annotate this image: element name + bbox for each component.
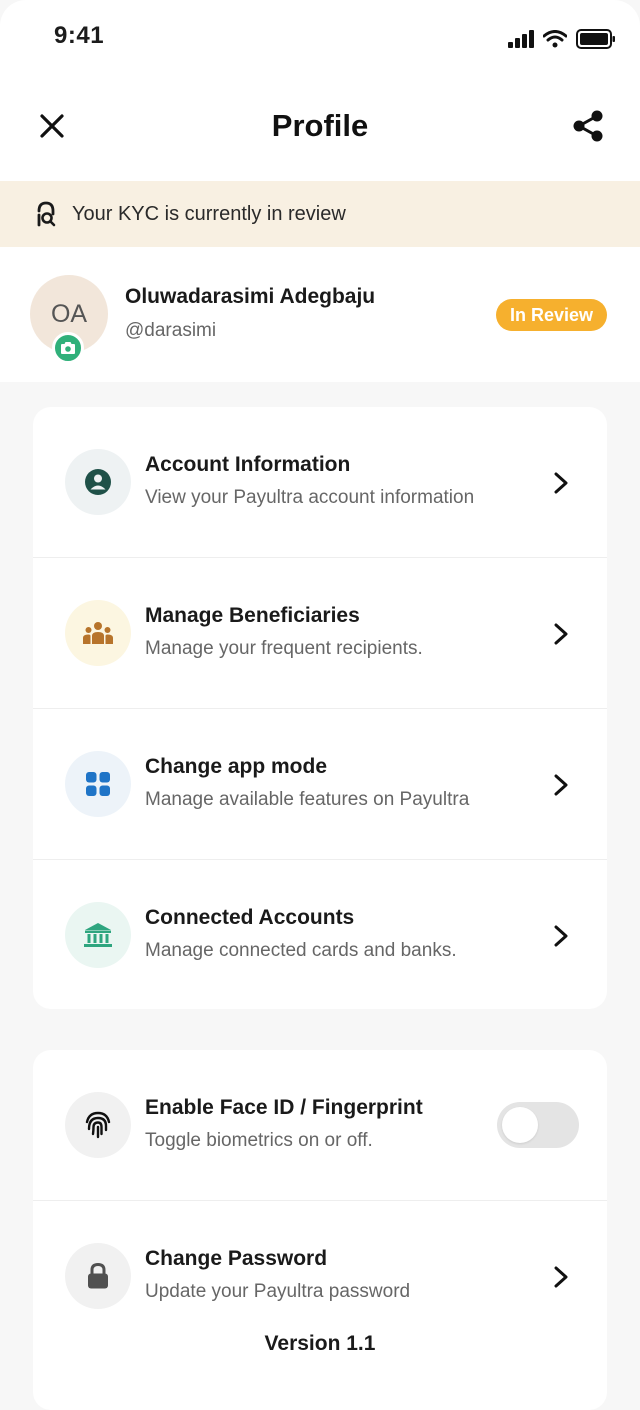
toggle-knob <box>502 1107 538 1143</box>
grid-icon <box>65 751 131 817</box>
share-button[interactable] <box>568 106 608 146</box>
change-photo-button[interactable] <box>52 332 84 364</box>
chevron-right-icon <box>551 1266 571 1288</box>
menu-item-subtitle: Manage your frequent recipients. <box>145 638 423 659</box>
status-icons <box>508 28 616 50</box>
kyc-review-icon <box>34 200 58 228</box>
menu-item-title: Change Password <box>145 1247 328 1270</box>
user-circle-icon <box>65 449 131 515</box>
app-version: Version 1.1 <box>264 1332 376 1355</box>
fingerprint-icon <box>65 1092 131 1158</box>
security-card: Enable Face ID / Fingerprint Toggle biom… <box>33 1050 607 1410</box>
menu-item-title: Enable Face ID / Fingerprint <box>145 1096 423 1119</box>
menu-item-subtitle: Toggle biometrics on or off. <box>145 1130 373 1151</box>
settings-card: Account Information View your Payultra a… <box>33 407 607 1009</box>
bank-icon <box>65 902 131 968</box>
menu-item-title: Connected Accounts <box>145 906 355 929</box>
battery-icon <box>576 29 615 49</box>
chevron-right-icon <box>551 774 571 796</box>
lock-icon <box>65 1243 131 1309</box>
camera-icon <box>61 342 75 354</box>
profile-header: OA Oluwadarasimi Adegbaju @darasimi In R… <box>0 247 640 382</box>
profile-handle: @darasimi <box>125 320 217 341</box>
group-icon <box>65 600 131 666</box>
share-icon <box>573 110 603 142</box>
menu-item-biometrics[interactable]: Enable Face ID / Fingerprint Toggle biom… <box>33 1050 607 1201</box>
menu-item-subtitle: Manage available features on Payultra <box>145 789 470 810</box>
menu-item-subtitle: View your Payultra account information <box>145 487 475 508</box>
status-bar: 9:41 <box>0 0 640 76</box>
chevron-right-icon <box>551 623 571 645</box>
menu-item-connected-accounts[interactable]: Connected Accounts Manage connected card… <box>33 860 607 1009</box>
status-badge: In Review <box>495 299 607 331</box>
kyc-banner[interactable]: Your KYC is currently in review <box>0 181 640 247</box>
top-nav: Profile <box>0 86 640 170</box>
menu-item-change-app-mode[interactable]: Change app mode Manage available feature… <box>33 709 607 860</box>
menu-item-account-information[interactable]: Account Information View your Payultra a… <box>33 407 607 558</box>
wifi-icon <box>543 30 567 48</box>
avatar-initials: OA <box>50 299 88 328</box>
menu-item-subtitle: Manage connected cards and banks. <box>145 940 457 961</box>
chevron-right-icon <box>551 472 571 494</box>
status-time: 9:41 <box>54 22 105 49</box>
menu-item-title: Account Information <box>145 453 351 476</box>
page-title: Profile <box>271 108 369 143</box>
biometrics-toggle[interactable] <box>497 1102 579 1148</box>
menu-item-title: Change app mode <box>145 755 328 778</box>
menu-item-manage-beneficiaries[interactable]: Manage Beneficiaries Manage your frequen… <box>33 558 607 709</box>
signal-icon <box>508 30 534 48</box>
menu-item-subtitle: Update your Payultra password <box>145 1281 411 1302</box>
profile-name: Oluwadarasimi Adegbaju <box>125 285 376 308</box>
chevron-right-icon <box>551 925 571 947</box>
menu-item-title: Manage Beneficiaries <box>145 604 360 627</box>
kyc-banner-text: Your KYC is currently in review <box>72 202 346 225</box>
menu-item-change-password[interactable]: Change Password Update your Payultra pas… <box>33 1201 607 1351</box>
